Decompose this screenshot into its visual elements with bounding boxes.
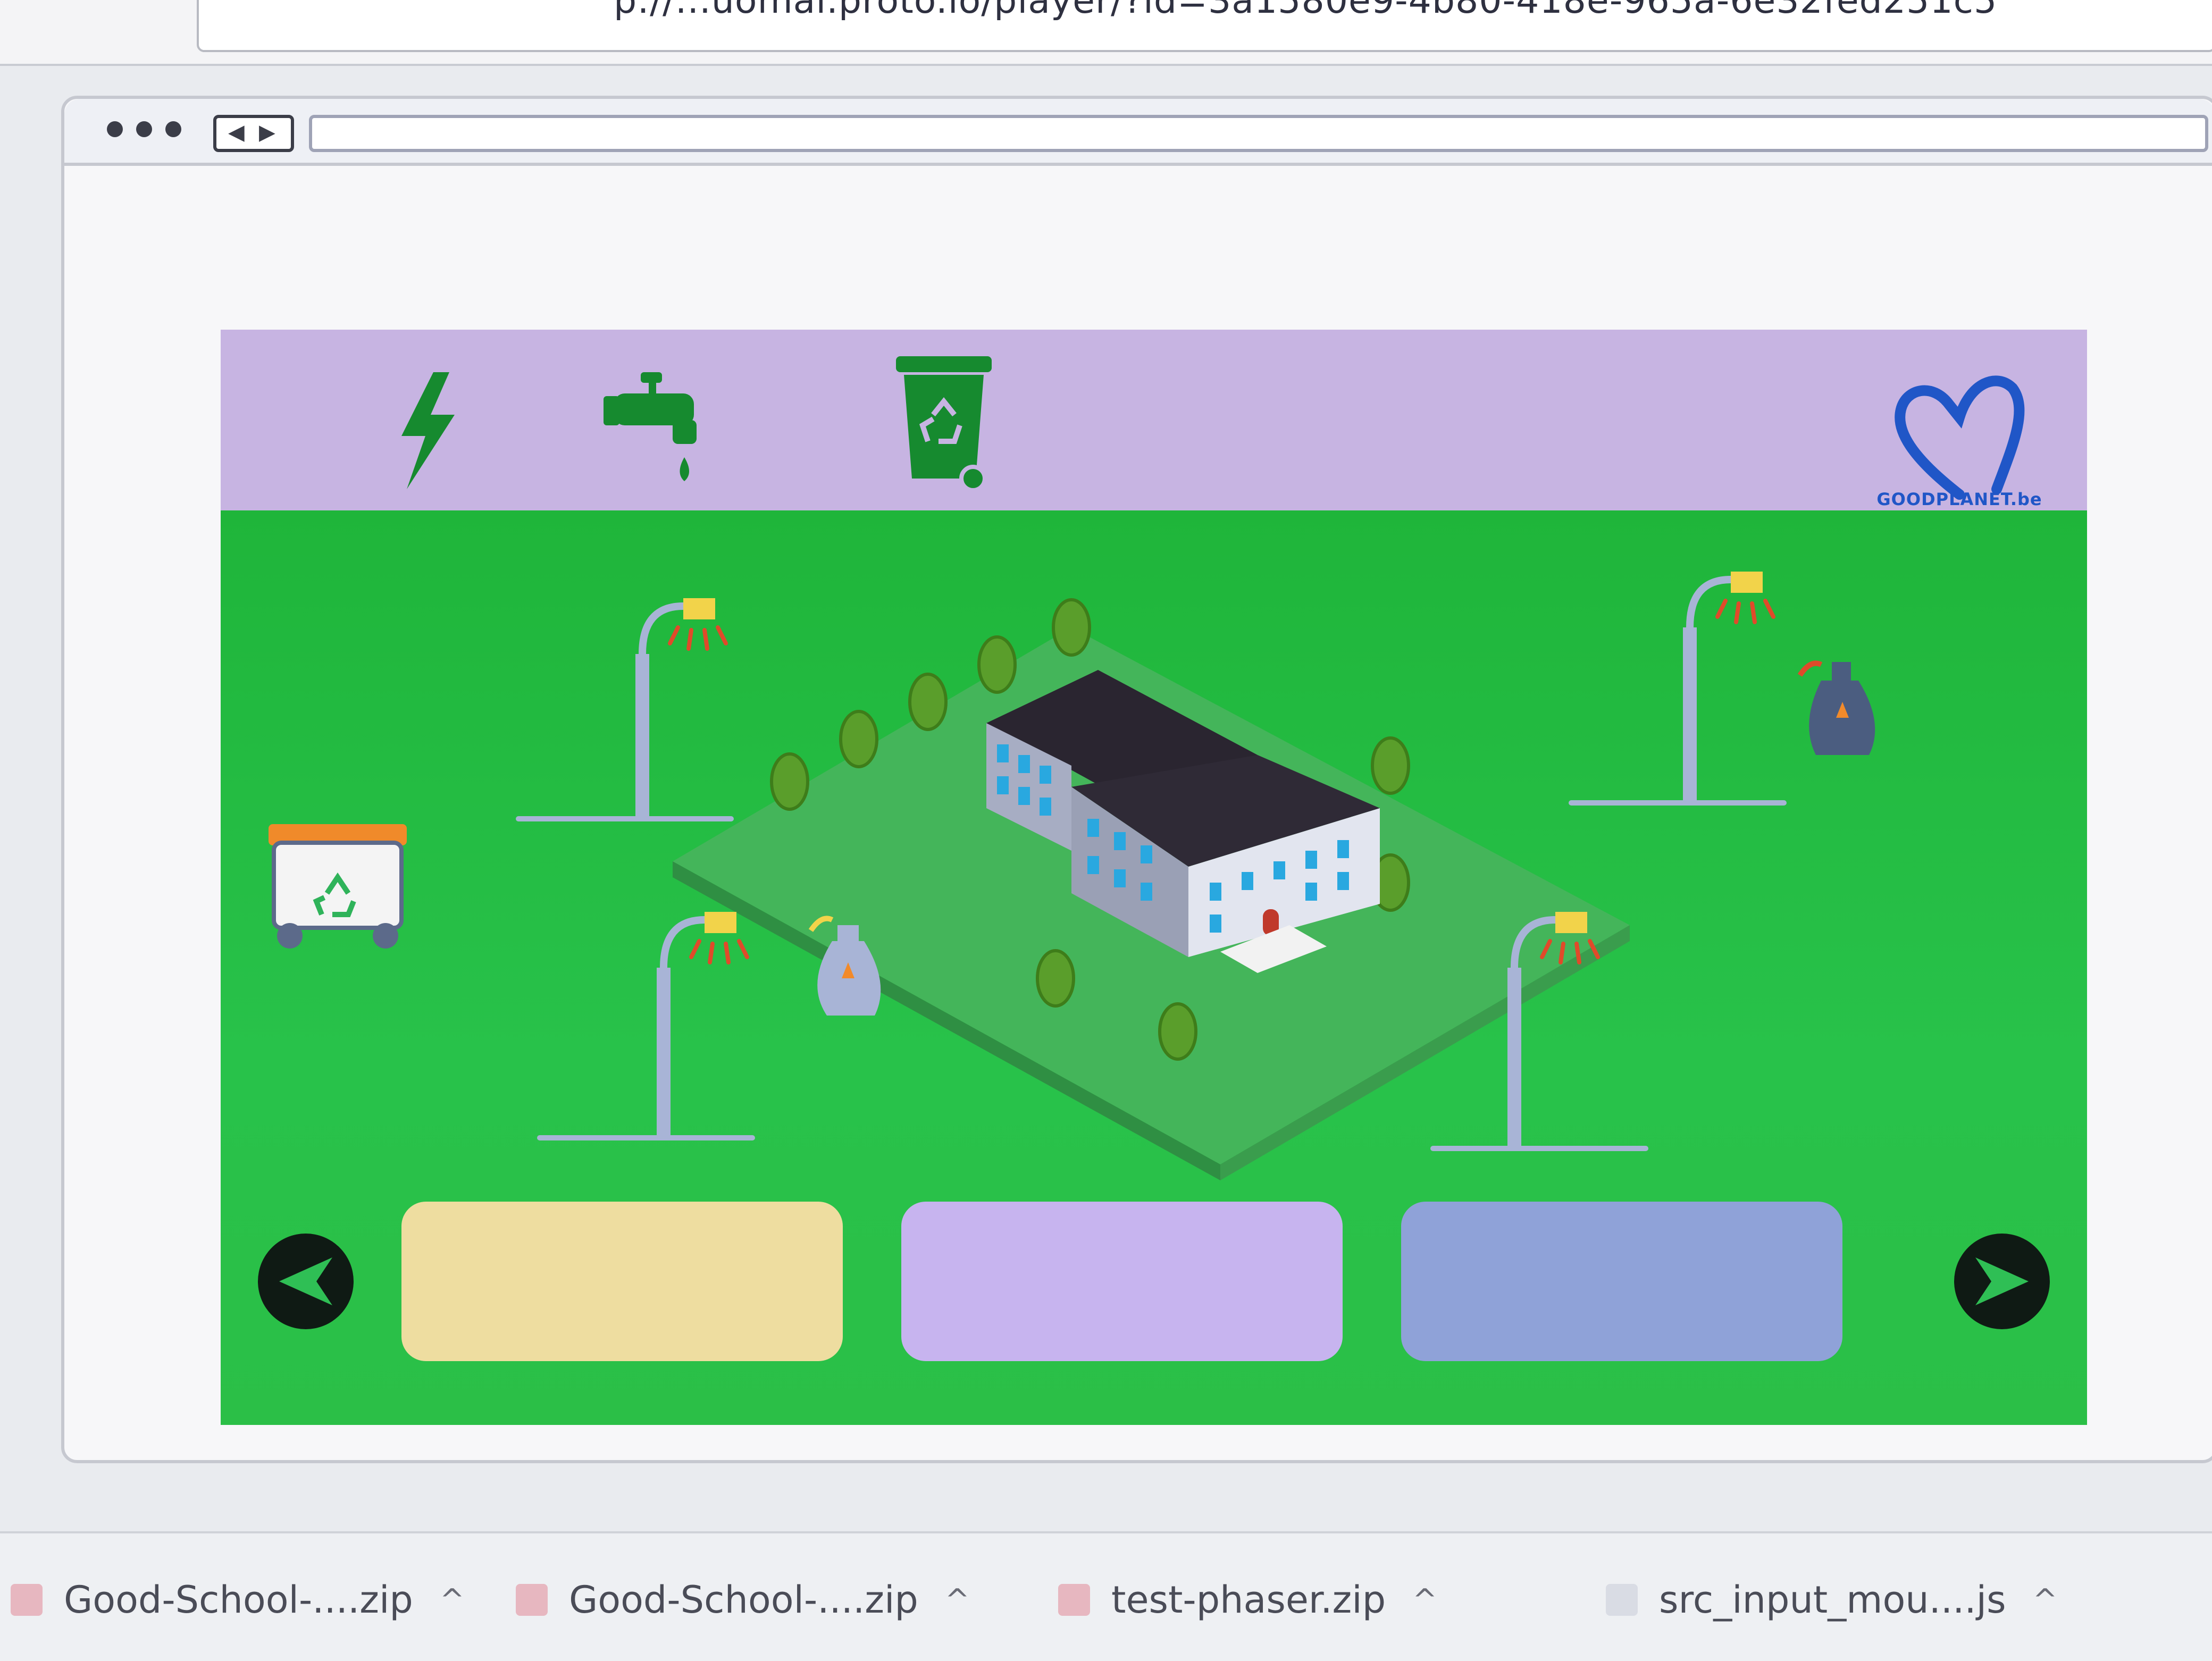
choice-panel-blue[interactable] (1401, 1202, 1842, 1361)
next-button[interactable] (1954, 1234, 2050, 1329)
prev-button[interactable] (258, 1234, 354, 1329)
js-file-icon (1606, 1584, 1638, 1616)
chevron-up-icon[interactable]: ^ (440, 1583, 465, 1617)
download-item[interactable]: Good-School-....zip ^ (516, 1576, 970, 1624)
chevron-up-icon[interactable]: ^ (945, 1583, 970, 1617)
download-name: Good-School-....zip (569, 1578, 918, 1622)
download-item[interactable]: Good-School-....zip ^ (11, 1576, 465, 1624)
download-name: src_input_mou....js (1659, 1578, 2006, 1622)
download-item[interactable]: src_input_mou....js ^ (1606, 1576, 2057, 1624)
chevron-up-icon[interactable]: ^ (2033, 1583, 2058, 1617)
browser-address-strip: p://...uomal.proto.io/player/?id=3a1580e… (0, 0, 2212, 66)
arrow-right-icon (1975, 1257, 2029, 1305)
window-dot (107, 121, 123, 137)
window-dot (165, 121, 181, 137)
download-name: Good-School-....zip (64, 1578, 413, 1622)
recycling-cart (269, 824, 407, 949)
forward-arrow-icon[interactable]: ▶ (259, 120, 275, 145)
garbage-bag-dark (1797, 660, 1875, 755)
choice-panel-yellow[interactable] (401, 1202, 843, 1361)
download-item[interactable]: test-phaser.zip ^ (1058, 1576, 1437, 1624)
choice-panel-lilac[interactable] (901, 1202, 1343, 1361)
prototype-nav-arrows[interactable]: ◀ ▶ (213, 115, 294, 152)
url-text: p://...uomal.proto.io/player/?id=3a1580e… (614, 0, 1998, 22)
zip-file-icon (1058, 1584, 1090, 1616)
address-bar[interactable]: p://...uomal.proto.io/player/?id=3a1580e… (197, 0, 2212, 52)
prototype-url-field[interactable] (309, 115, 2208, 152)
zip-file-icon (516, 1584, 548, 1616)
zip-file-icon (11, 1584, 43, 1616)
downloads-bar: Good-School-....zip ^ Good-School-....zi… (0, 1531, 2212, 1661)
game-canvas[interactable]: GOODPLANET.be (221, 330, 2087, 1425)
prototype-toolbar: ◀ ▶ (64, 99, 2212, 166)
window-dot (136, 121, 152, 137)
chevron-up-icon[interactable]: ^ (1412, 1583, 1437, 1617)
download-name: test-phaser.zip (1111, 1578, 1386, 1622)
arrow-left-icon (279, 1257, 332, 1305)
back-arrow-icon[interactable]: ◀ (228, 120, 245, 145)
